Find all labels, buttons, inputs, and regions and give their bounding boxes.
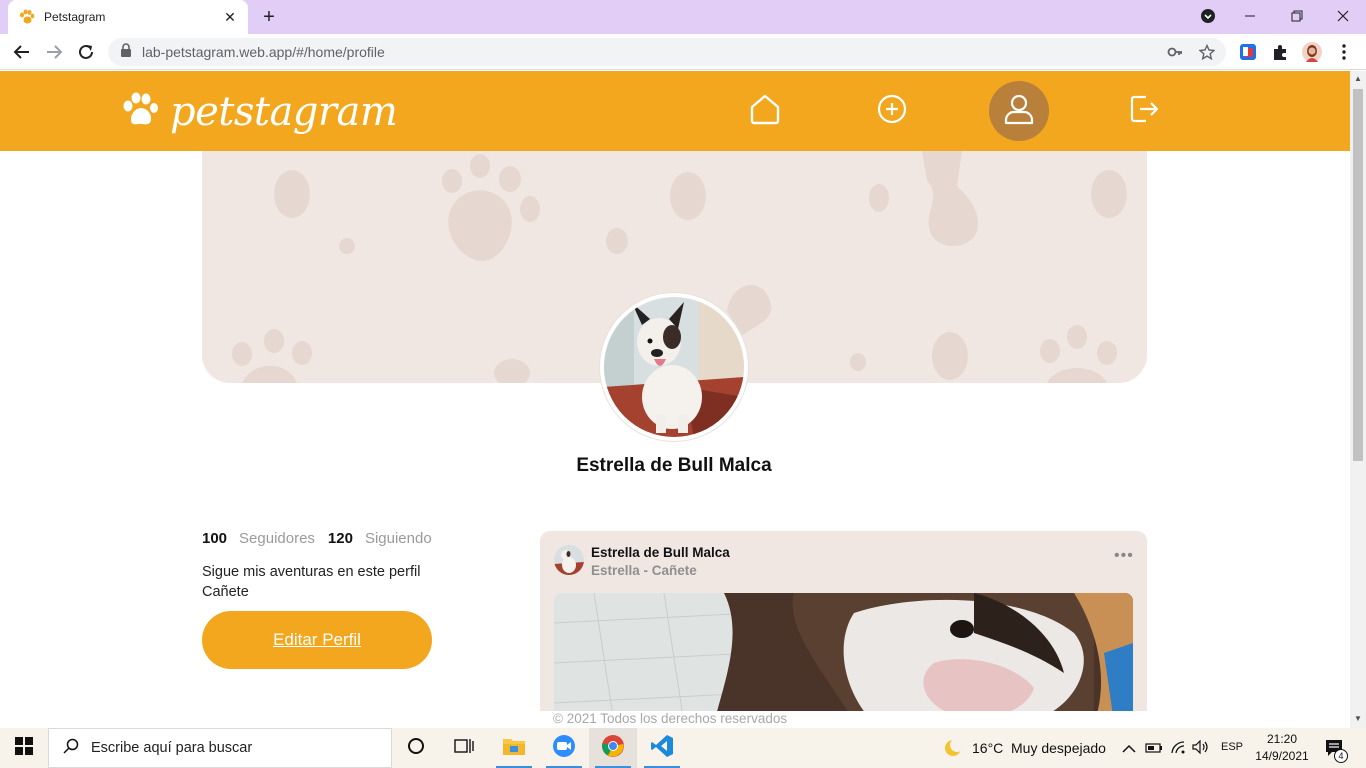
followers-label[interactable]: Seguidores [239,530,315,547]
chevron-up-icon[interactable] [1122,741,1136,759]
user-icon [1003,93,1035,130]
profile-stats: 100 Seguidores 120 Siguiendo [202,530,445,547]
weather-moon-icon[interactable] [943,738,964,763]
scroll-down-icon[interactable]: ▼ [1353,714,1363,724]
chrome-app-button[interactable] [589,728,637,768]
battery-icon[interactable] [1145,741,1163,759]
zoom-icon [552,734,576,763]
windows-start-button[interactable] [0,728,48,768]
post-location: Estrella - Cañete [591,563,697,578]
tab-close-icon[interactable]: ✕ [222,9,238,25]
back-icon[interactable] [10,40,34,64]
edit-profile-button[interactable]: Editar Perfil [202,611,432,669]
notification-count-badge: 4 [1334,749,1348,763]
post-author-name[interactable]: Estrella de Bull Malca [591,545,730,560]
browser-tab[interactable]: Petstagram ✕ [8,0,248,34]
paw-favicon-icon [18,8,36,26]
page-scrollbar[interactable]: ▲ ▼ [1350,71,1366,728]
forward-icon[interactable] [42,40,66,64]
minimize-icon[interactable] [1230,4,1270,28]
nav-add-post-button[interactable] [862,81,922,141]
taskbar-search-box[interactable]: Escribe aquí para buscar [48,728,392,768]
post-card: Estrella de Bull Malca Estrella - Cañete… [540,531,1147,711]
profile-bio: Sigue mis aventuras en este perfil Cañet… [202,562,442,602]
windows-logo-icon [15,736,33,760]
address-bar[interactable]: lab-petstagram.web.app/#/home/profile [108,38,1226,66]
chrome-menu-icon[interactable] [1334,42,1354,62]
extension-app-icon[interactable] [1238,42,1258,62]
browser-tabstrip: Petstagram ✕ + [0,0,1366,34]
taskbar-clock[interactable]: 21:20 14/9/2021 [1252,731,1312,765]
cortana-circle-icon [407,737,425,760]
app-logo[interactable]: petstagram [122,89,398,135]
search-placeholder: Escribe aquí para buscar [91,740,253,756]
plus-circle-icon [877,94,907,129]
clock-date: 14/9/2021 [1255,749,1309,763]
vscode-icon [650,734,674,763]
post-more-options-icon[interactable]: ••• [1114,547,1134,565]
new-tab-button[interactable]: + [258,6,280,28]
bookmark-star-icon[interactable] [1198,43,1216,61]
cortana-button[interactable] [392,728,440,768]
nav-profile-button[interactable] [989,81,1049,141]
restore-icon[interactable] [1277,4,1317,28]
key-icon[interactable] [1166,43,1184,61]
chrome-icon [601,734,625,763]
paw-logo-icon [122,91,160,134]
tab-search-icon[interactable] [1188,4,1228,28]
input-language[interactable]: ESP [1221,741,1243,753]
weather-description[interactable]: Muy despejado [1011,740,1106,756]
browser-toolbar: lab-petstagram.web.app/#/home/profile [0,34,1366,70]
bio-location: Cañete [202,584,249,600]
logo-text: petstagram [170,89,398,135]
nav-logout-button[interactable] [1114,81,1174,141]
windows-taskbar: Escribe aquí para buscar 16°C Muy despej… [0,728,1366,768]
home-icon [749,93,781,130]
following-label[interactable]: Siguiendo [365,530,432,547]
file-explorer-button[interactable] [490,728,538,768]
task-view-icon [454,737,474,760]
zoom-app-button[interactable] [540,728,588,768]
scroll-thumb[interactable] [1353,89,1363,461]
weather-temp[interactable]: 16°C [972,740,1003,756]
close-window-icon[interactable] [1323,4,1363,28]
search-icon [63,738,79,759]
reload-icon[interactable] [74,40,98,64]
footer-copyright: © 2021 Todos los derechos reservados [553,711,788,726]
clock-time: 21:20 [1266,732,1298,746]
task-view-button[interactable] [440,728,488,768]
followers-count[interactable]: 100 [202,530,227,547]
profile-avatar[interactable] [600,293,748,441]
dog-photo [604,297,744,437]
extensions-puzzle-icon[interactable] [1270,42,1290,62]
logout-icon [1128,93,1160,130]
app-header: petstagram [0,71,1350,151]
folder-icon [502,736,526,761]
url-text: lab-petstagram.web.app/#/home/profile [142,44,385,60]
tab-title: Petstagram [44,10,106,24]
lock-icon [120,42,132,62]
profile-name: Estrella de Bull Malca [576,455,772,476]
following-count[interactable]: 120 [328,530,353,547]
bio-line: Sigue mis aventuras en este perfil [202,564,421,580]
nav-home-button[interactable] [735,81,795,141]
profile-avatar-icon[interactable] [1302,42,1322,62]
post-image[interactable] [554,593,1133,711]
vscode-app-button[interactable] [638,728,686,768]
post-author-avatar[interactable] [554,545,584,575]
scroll-up-icon[interactable]: ▲ [1353,74,1363,84]
wifi-icon[interactable] [1170,740,1186,759]
volume-icon[interactable] [1192,739,1210,759]
